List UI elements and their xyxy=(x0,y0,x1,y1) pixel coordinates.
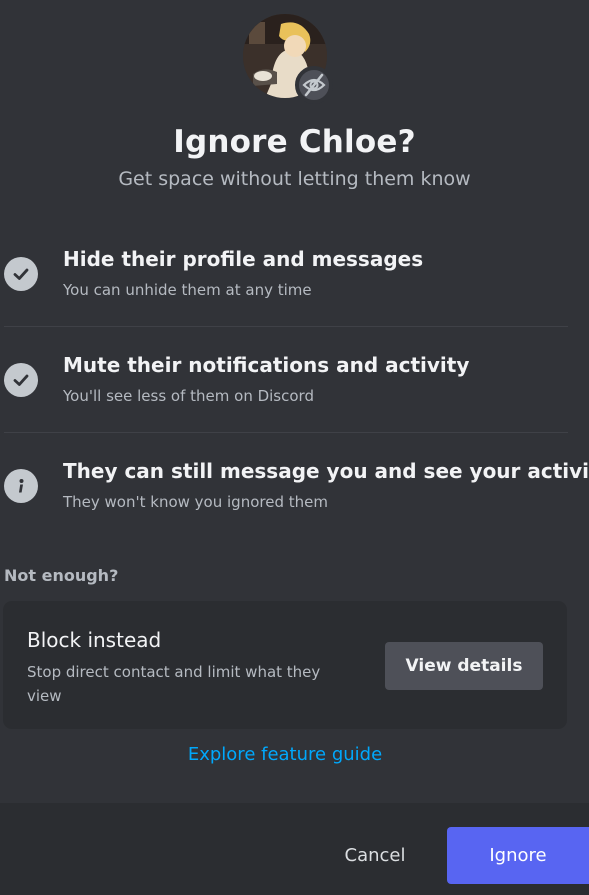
block-card: Block instead Stop direct contact and li… xyxy=(3,601,567,729)
view-details-button[interactable]: View details xyxy=(385,642,543,690)
block-description: Stop direct contact and limit what they … xyxy=(27,663,321,705)
item-title: They can still message you and see your … xyxy=(63,459,589,483)
explore-feature-guide-link[interactable]: Explore feature guide xyxy=(0,744,570,765)
ignore-user-dialog: Ignore Chloe? Get space without letting … xyxy=(0,0,589,895)
check-circle-icon xyxy=(4,363,38,397)
list-item: They can still message you and see your … xyxy=(0,452,589,532)
item-title: Mute their notifications and activity xyxy=(63,353,470,377)
info-circle-icon xyxy=(4,469,38,503)
dialog-footer: Cancel Ignore xyxy=(0,803,589,895)
eye-slash-icon xyxy=(295,66,333,104)
item-subtitle: You can unhide them at any time xyxy=(63,281,312,299)
cancel-button[interactable]: Cancel xyxy=(321,827,429,883)
item-subtitle: You'll see less of them on Discord xyxy=(63,387,314,405)
item-subtitle: They won't know you ignored them xyxy=(63,493,328,511)
list-item: Mute their notifications and activity Yo… xyxy=(0,346,568,426)
check-circle-icon xyxy=(4,257,38,291)
item-title: Hide their profile and messages xyxy=(63,247,424,271)
divider xyxy=(4,432,568,433)
dialog-title: Ignore Chloe? xyxy=(173,124,416,160)
block-title: Block instead xyxy=(27,628,162,652)
list-item: Hide their profile and messages You can … xyxy=(0,240,568,320)
not-enough-heading: Not enough? xyxy=(4,566,119,585)
dialog-subtitle: Get space without letting them know xyxy=(118,168,471,190)
avatar-container xyxy=(243,14,333,104)
divider xyxy=(4,326,568,327)
ignore-button[interactable]: Ignore xyxy=(447,827,589,884)
